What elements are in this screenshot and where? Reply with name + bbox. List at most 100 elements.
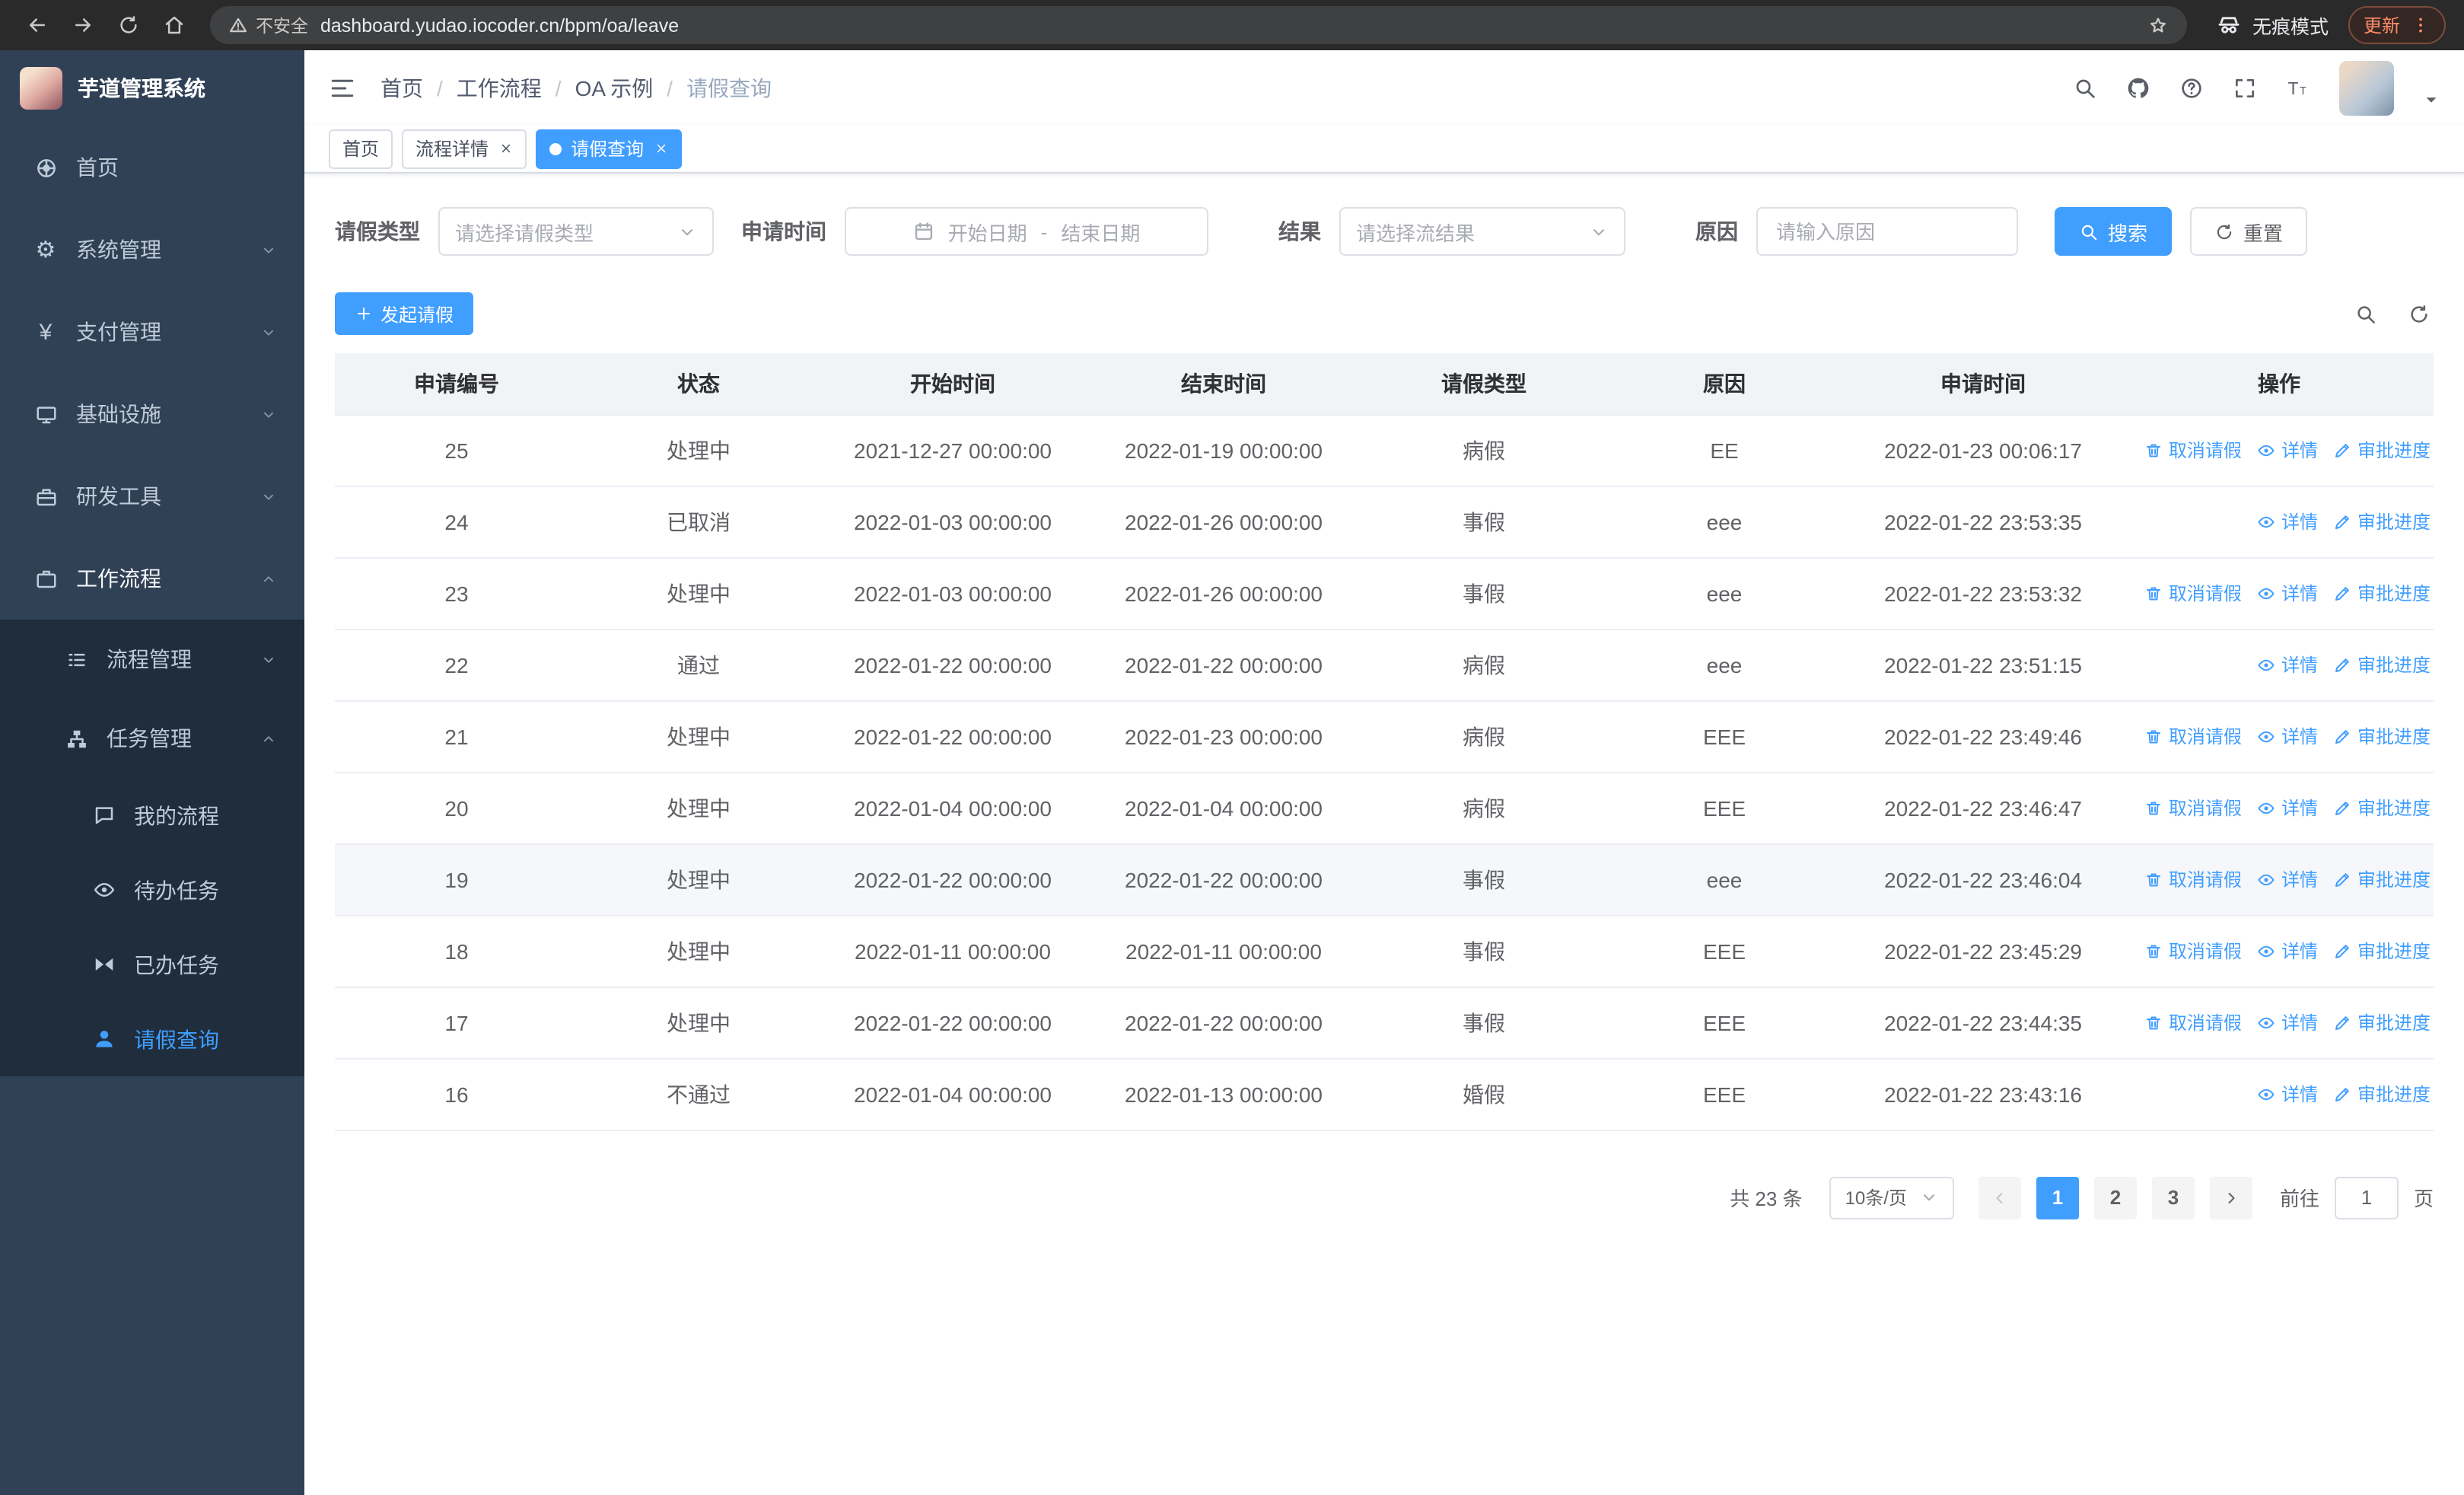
reason-input[interactable] bbox=[1756, 207, 2018, 256]
breadcrumb-item[interactable]: 工作流程 bbox=[457, 72, 542, 103]
action-cancel-link[interactable]: 取消请假 bbox=[2144, 723, 2242, 749]
page-button[interactable]: 3 bbox=[2151, 1176, 2195, 1219]
action-detail-link[interactable]: 详情 bbox=[2257, 723, 2318, 749]
table-row[interactable]: 19 处理中 2022-01-22 00:00:00 2022-01-22 00:00… bbox=[335, 843, 2434, 916]
browser-menu-icon[interactable] bbox=[2411, 15, 2431, 35]
action-cancel-link[interactable]: 取消请假 bbox=[2144, 437, 2242, 463]
search-button[interactable]: 搜索 bbox=[2055, 207, 2173, 256]
sidebar-item-label: 首页 bbox=[76, 155, 119, 180]
action-progress-link[interactable]: 审批进度 bbox=[2333, 1009, 2431, 1035]
action-cancel-link[interactable]: 取消请假 bbox=[2144, 795, 2242, 821]
table-row[interactable]: 16 不通过 2022-01-04 00:00:00 2022-01-13 00:00… bbox=[335, 1058, 2434, 1130]
action-progress-link[interactable]: 审批进度 bbox=[2333, 723, 2431, 749]
action-progress-link[interactable]: 审批进度 bbox=[2333, 580, 2431, 606]
help-icon[interactable] bbox=[2179, 75, 2204, 100]
prev-page-button[interactable] bbox=[1978, 1176, 2021, 1219]
table-row[interactable]: 20 处理中 2022-01-04 00:00:00 2022-01-04 00:00… bbox=[335, 772, 2434, 844]
sidebar-item[interactable]: 研发工具 bbox=[0, 455, 304, 537]
tab[interactable]: 首页 bbox=[329, 129, 393, 168]
action-detail-link[interactable]: 详情 bbox=[2257, 652, 2318, 677]
action-progress-link[interactable]: 审批进度 bbox=[2333, 652, 2431, 677]
table-row[interactable]: 22 通过 2022-01-22 00:00:00 2022-01-22 00:00:… bbox=[335, 629, 2434, 701]
font-size-icon[interactable]: TT bbox=[2286, 75, 2310, 100]
action-detail-link[interactable]: 详情 bbox=[2257, 866, 2318, 892]
leave-type-select[interactable]: 请选择请假类型 bbox=[438, 207, 714, 256]
close-icon[interactable] bbox=[654, 142, 668, 155]
sidebar-subitem[interactable]: 我的流程 bbox=[0, 778, 304, 853]
sidebar-item[interactable]: 工作流程 bbox=[0, 537, 304, 620]
tab[interactable]: 流程详情 bbox=[402, 129, 527, 168]
sidebar-item[interactable]: 首页 bbox=[0, 126, 304, 209]
app-logo[interactable]: 芋道管理系统 bbox=[0, 50, 304, 126]
action-label: 审批进度 bbox=[2357, 655, 2431, 676]
bookmark-star-icon[interactable] bbox=[2147, 14, 2169, 36]
cell-status: 处理中 bbox=[578, 915, 819, 987]
action-progress-link[interactable]: 审批进度 bbox=[2333, 1081, 2431, 1107]
action-label: 详情 bbox=[2281, 512, 2318, 533]
goto-page-input[interactable] bbox=[2334, 1176, 2399, 1219]
table-row[interactable]: 25 处理中 2021-12-27 00:00:00 2022-01-19 00:00… bbox=[335, 414, 2434, 486]
action-progress-link[interactable]: 审批进度 bbox=[2333, 437, 2431, 463]
action-detail-link[interactable]: 详情 bbox=[2257, 437, 2318, 463]
fullscreen-icon[interactable] bbox=[2233, 75, 2257, 100]
browser-reload-icon[interactable] bbox=[110, 6, 148, 44]
action-label: 取消请假 bbox=[2168, 583, 2242, 604]
sidebar-subitem[interactable]: 任务管理 bbox=[0, 699, 304, 778]
action-cancel-link[interactable]: 取消请假 bbox=[2144, 938, 2242, 964]
action-detail-link[interactable]: 详情 bbox=[2257, 938, 2318, 964]
sidebar-subitem[interactable]: 待办任务 bbox=[0, 853, 304, 927]
sidebar-item[interactable]: ¥ 支付管理 bbox=[0, 291, 304, 373]
browser-forward-icon[interactable] bbox=[64, 6, 102, 44]
action-progress-link[interactable]: 审批进度 bbox=[2333, 938, 2431, 964]
user-menu-caret-icon[interactable] bbox=[2423, 91, 2440, 107]
page-button[interactable]: 2 bbox=[2093, 1176, 2137, 1219]
action-cancel-link[interactable]: 取消请假 bbox=[2144, 1009, 2242, 1035]
table-row[interactable]: 18 处理中 2022-01-11 00:00:00 2022-01-11 00:00… bbox=[335, 915, 2434, 987]
github-icon[interactable] bbox=[2126, 75, 2150, 100]
table-row[interactable]: 21 处理中 2022-01-22 00:00:00 2022-01-23 00:00… bbox=[335, 700, 2434, 773]
page-size-select[interactable]: 10条/页 bbox=[1829, 1176, 1954, 1219]
action-cancel-link[interactable]: 取消请假 bbox=[2144, 580, 2242, 606]
cell-reason: eee bbox=[1607, 629, 1842, 701]
breadcrumb-item[interactable]: OA 示例 bbox=[575, 72, 654, 103]
action-progress-link[interactable]: 审批进度 bbox=[2333, 795, 2431, 821]
action-progress-link[interactable]: 审批进度 bbox=[2333, 508, 2431, 534]
action-detail-link[interactable]: 详情 bbox=[2257, 508, 2318, 534]
action-detail-link[interactable]: 详情 bbox=[2257, 1081, 2318, 1107]
action-detail-link[interactable]: 详情 bbox=[2257, 795, 2318, 821]
result-select[interactable]: 请选择流结果 bbox=[1339, 207, 1625, 256]
tab[interactable]: 请假查询 bbox=[536, 129, 683, 168]
next-page-button[interactable] bbox=[2209, 1176, 2252, 1219]
browser-back-icon[interactable] bbox=[18, 6, 56, 44]
browser-address-bar[interactable]: 不安全 dashboard.yudao.iocoder.cn/bpm/oa/le… bbox=[210, 6, 2187, 44]
sidebar-subitem[interactable]: 已办任务 bbox=[0, 927, 304, 1002]
action-progress-link[interactable]: 审批进度 bbox=[2333, 866, 2431, 892]
close-icon[interactable] bbox=[499, 142, 513, 155]
svg-text:T: T bbox=[2300, 84, 2306, 97]
filter-apply-time-group: 申请时间 开始日期 - 结束日期 bbox=[741, 207, 1208, 256]
action-detail-link[interactable]: 详情 bbox=[2257, 1009, 2318, 1035]
date-range-picker[interactable]: 开始日期 - 结束日期 bbox=[845, 207, 1208, 256]
cell-apply-time: 2022-01-22 23:43:16 bbox=[1842, 1058, 2125, 1130]
sidebar-item[interactable]: 基础设施 bbox=[0, 373, 304, 455]
sidebar-subitem[interactable]: 请假查询 bbox=[0, 1002, 304, 1076]
action-cancel-link[interactable]: 取消请假 bbox=[2144, 866, 2242, 892]
page-button[interactable]: 1 bbox=[2036, 1176, 2079, 1219]
create-leave-button[interactable]: 发起请假 bbox=[335, 292, 474, 335]
table-refresh-icon[interactable] bbox=[2408, 302, 2431, 325]
table-row[interactable]: 23 处理中 2022-01-03 00:00:00 2022-01-26 00:00… bbox=[335, 557, 2434, 630]
browser-home-icon[interactable] bbox=[155, 6, 193, 44]
header-search-icon[interactable] bbox=[2073, 75, 2097, 100]
user-avatar[interactable] bbox=[2339, 60, 2394, 115]
security-warning[interactable]: 不安全 bbox=[228, 13, 308, 37]
reset-button[interactable]: 重置 bbox=[2190, 207, 2308, 256]
browser-update-button[interactable]: 更新 bbox=[2348, 6, 2446, 44]
table-search-toggle-icon[interactable] bbox=[2354, 302, 2377, 325]
action-detail-link[interactable]: 详情 bbox=[2257, 580, 2318, 606]
sidebar-item[interactable]: ⚙ 系统管理 bbox=[0, 209, 304, 291]
sidebar-subitem[interactable]: 流程管理 bbox=[0, 620, 304, 699]
table-row[interactable]: 24 已取消 2022-01-03 00:00:00 2022-01-26 00:00… bbox=[335, 486, 2434, 558]
sidebar-collapse-icon[interactable] bbox=[329, 74, 356, 101]
breadcrumb-item[interactable]: 首页 bbox=[380, 72, 423, 103]
table-row[interactable]: 17 处理中 2022-01-22 00:00:00 2022-01-22 00:00… bbox=[335, 987, 2434, 1059]
